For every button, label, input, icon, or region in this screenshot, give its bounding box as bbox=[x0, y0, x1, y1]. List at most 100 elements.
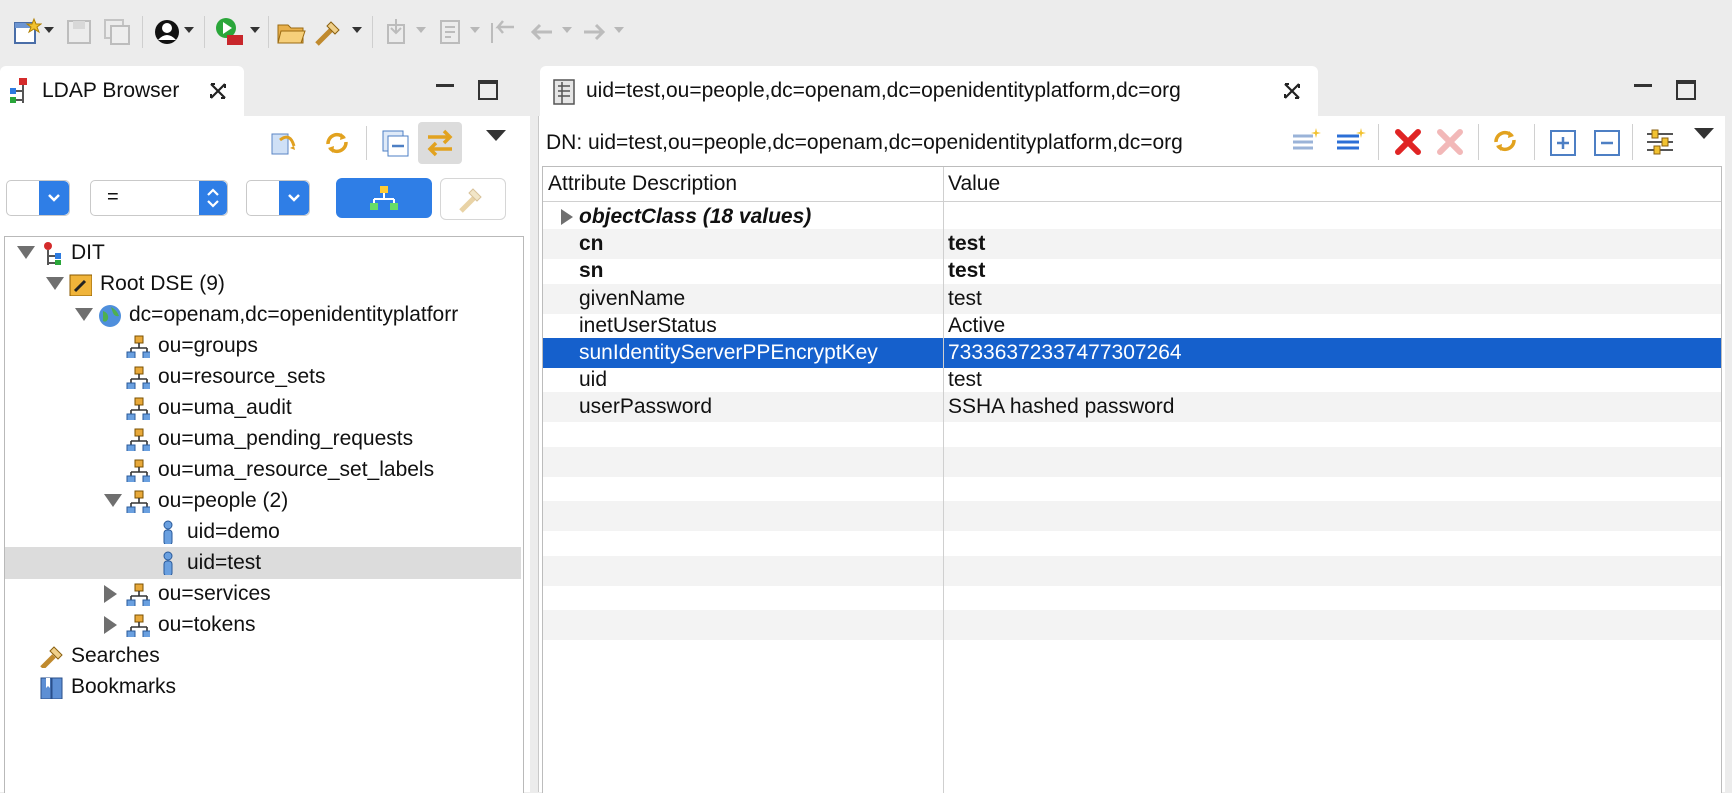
tree-item[interactable]: ou=people (2) bbox=[5, 485, 521, 517]
expanded-arrow-icon[interactable] bbox=[17, 246, 35, 259]
tree-item[interactable]: ou=uma_resource_set_labels bbox=[5, 454, 521, 486]
org-unit-icon bbox=[126, 366, 150, 389]
refresh-icon[interactable] bbox=[322, 128, 352, 158]
tree-item-label: uid=test bbox=[187, 551, 262, 574]
org-unit-icon bbox=[126, 459, 150, 482]
value-cell[interactable]: test bbox=[948, 256, 985, 286]
tree-item-label: Bookmarks bbox=[71, 675, 177, 698]
refresh-icon[interactable] bbox=[1490, 126, 1522, 158]
column-header-attribute[interactable]: Attribute Description bbox=[548, 167, 737, 201]
attribute-cell: userPassword bbox=[579, 395, 713, 419]
tree-item[interactable]: ou=tokens bbox=[5, 609, 521, 641]
org-unit-icon bbox=[126, 583, 150, 606]
table-row[interactable]: uid test bbox=[543, 365, 1721, 395]
tree-item[interactable]: ou=uma_pending_requests bbox=[5, 423, 521, 455]
ldap-browser-tab[interactable]: LDAP Browser bbox=[0, 66, 244, 116]
view-menu-icon[interactable] bbox=[1694, 128, 1714, 139]
value-cell[interactable]: 73336372337477307264 bbox=[948, 338, 1182, 368]
filter-settings-icon[interactable] bbox=[1644, 126, 1678, 158]
value-select[interactable] bbox=[246, 180, 310, 216]
save-icon[interactable] bbox=[62, 14, 96, 50]
connection-icon[interactable] bbox=[150, 14, 184, 50]
tree-item[interactable]: ou=groups bbox=[5, 330, 521, 362]
delete-all-icon[interactable] bbox=[1434, 126, 1466, 158]
column-header-value[interactable]: Value bbox=[948, 167, 1000, 201]
tree-item[interactable]: ou=uma_audit bbox=[5, 392, 521, 424]
clear-filter-button[interactable] bbox=[440, 178, 506, 220]
link-with-editor-icon[interactable] bbox=[268, 128, 298, 158]
collapsed-arrow-icon[interactable] bbox=[104, 616, 117, 634]
minimize-left-panel[interactable] bbox=[436, 76, 458, 96]
tree-item-label: uid=demo bbox=[187, 520, 280, 543]
new-attribute-icon[interactable] bbox=[1334, 126, 1368, 156]
tree-item-label: ou=people (2) bbox=[158, 489, 289, 512]
collapsed-arrow-icon[interactable] bbox=[104, 585, 117, 603]
forward-icon[interactable] bbox=[578, 14, 612, 50]
search-wand-icon[interactable] bbox=[312, 14, 346, 50]
maximize-left-panel[interactable] bbox=[478, 80, 500, 100]
value-cell[interactable]: test bbox=[948, 229, 985, 259]
tree-item[interactable]: uid=test bbox=[5, 547, 521, 579]
apply-filter-button[interactable] bbox=[336, 178, 432, 218]
empty-row bbox=[543, 555, 1721, 586]
value-cell[interactable]: test bbox=[948, 284, 982, 314]
column-divider[interactable] bbox=[943, 167, 944, 793]
view-menu-icon[interactable] bbox=[486, 130, 506, 141]
expand-all-icon[interactable] bbox=[1548, 128, 1578, 158]
maximize-editor[interactable] bbox=[1676, 80, 1698, 100]
delete-icon[interactable] bbox=[1392, 126, 1424, 158]
minimize-icon bbox=[1634, 76, 1652, 87]
tree-item[interactable]: Bookmarks bbox=[5, 671, 521, 703]
back-icon[interactable] bbox=[524, 14, 558, 50]
maximize-icon bbox=[1676, 80, 1696, 100]
collapse-all-icon[interactable] bbox=[1592, 128, 1622, 158]
minimize-editor[interactable] bbox=[1634, 76, 1656, 96]
close-icon[interactable] bbox=[1282, 81, 1302, 101]
attributes-table[interactable]: Attribute Description Value objectClass … bbox=[542, 166, 1722, 793]
value-cell[interactable]: SSHA hashed password bbox=[948, 392, 1174, 422]
tree-item[interactable]: dc=openam,dc=openidentityplatforr bbox=[5, 299, 521, 331]
tree-item-label: ou=uma_audit bbox=[158, 396, 292, 419]
run-icon[interactable] bbox=[212, 14, 246, 50]
table-row[interactable]: sunIdentityServerPPEncryptKey 73336372337… bbox=[543, 338, 1721, 368]
tree-item[interactable]: ou=services bbox=[5, 578, 521, 610]
export-icon[interactable] bbox=[434, 14, 468, 50]
table-row[interactable]: cn test bbox=[543, 229, 1721, 260]
empty-row bbox=[543, 528, 1721, 558]
collapse-all-icon[interactable] bbox=[380, 128, 410, 158]
table-row[interactable]: sn test bbox=[543, 256, 1721, 286]
new-icon[interactable] bbox=[10, 14, 44, 50]
entry-editor-tab[interactable]: uid=test,ou=people,dc=openam,dc=openiden… bbox=[540, 66, 1318, 116]
tree-item[interactable]: Root DSE (9) bbox=[5, 268, 521, 300]
maximize-icon bbox=[478, 80, 498, 100]
last-edit-icon[interactable] bbox=[486, 14, 520, 50]
empty-row bbox=[543, 474, 1721, 504]
import-icon[interactable] bbox=[380, 14, 414, 50]
new-value-icon[interactable] bbox=[1290, 126, 1324, 156]
dit-tree[interactable]: DIT Root DSE (9) dc=openam,dc=openidentity… bbox=[4, 236, 524, 793]
save-all-icon[interactable] bbox=[100, 14, 134, 50]
attribute-cell: sn bbox=[579, 259, 604, 283]
close-icon[interactable] bbox=[208, 81, 228, 101]
tree-item[interactable]: uid=demo bbox=[5, 516, 521, 548]
table-row[interactable]: userPassword SSHA hashed password bbox=[543, 392, 1721, 423]
tree-item[interactable]: DIT bbox=[5, 237, 521, 269]
tree-item[interactable]: Searches bbox=[5, 640, 521, 672]
value-cell[interactable]: Active bbox=[948, 311, 1005, 341]
expanded-arrow-icon[interactable] bbox=[104, 494, 122, 507]
attribute-select[interactable] bbox=[6, 180, 70, 216]
table-row[interactable]: inetUserStatus Active bbox=[543, 311, 1721, 341]
open-folder-icon[interactable] bbox=[274, 14, 308, 50]
operator-select[interactable]: = bbox=[90, 180, 228, 216]
expanded-arrow-icon[interactable] bbox=[75, 308, 93, 321]
tree-item[interactable]: ou=resource_sets bbox=[5, 361, 521, 393]
link-button[interactable] bbox=[418, 122, 462, 164]
value-cell[interactable]: test bbox=[948, 365, 982, 395]
table-row[interactable]: givenName test bbox=[543, 283, 1721, 314]
tree-item-label: ou=groups bbox=[158, 334, 258, 357]
table-row[interactable]: objectClass (18 values) bbox=[543, 202, 1721, 232]
collapsed-arrow-icon[interactable] bbox=[561, 209, 573, 225]
chevron-down-icon bbox=[39, 181, 69, 215]
globe-icon bbox=[99, 305, 121, 327]
expanded-arrow-icon[interactable] bbox=[46, 277, 64, 290]
